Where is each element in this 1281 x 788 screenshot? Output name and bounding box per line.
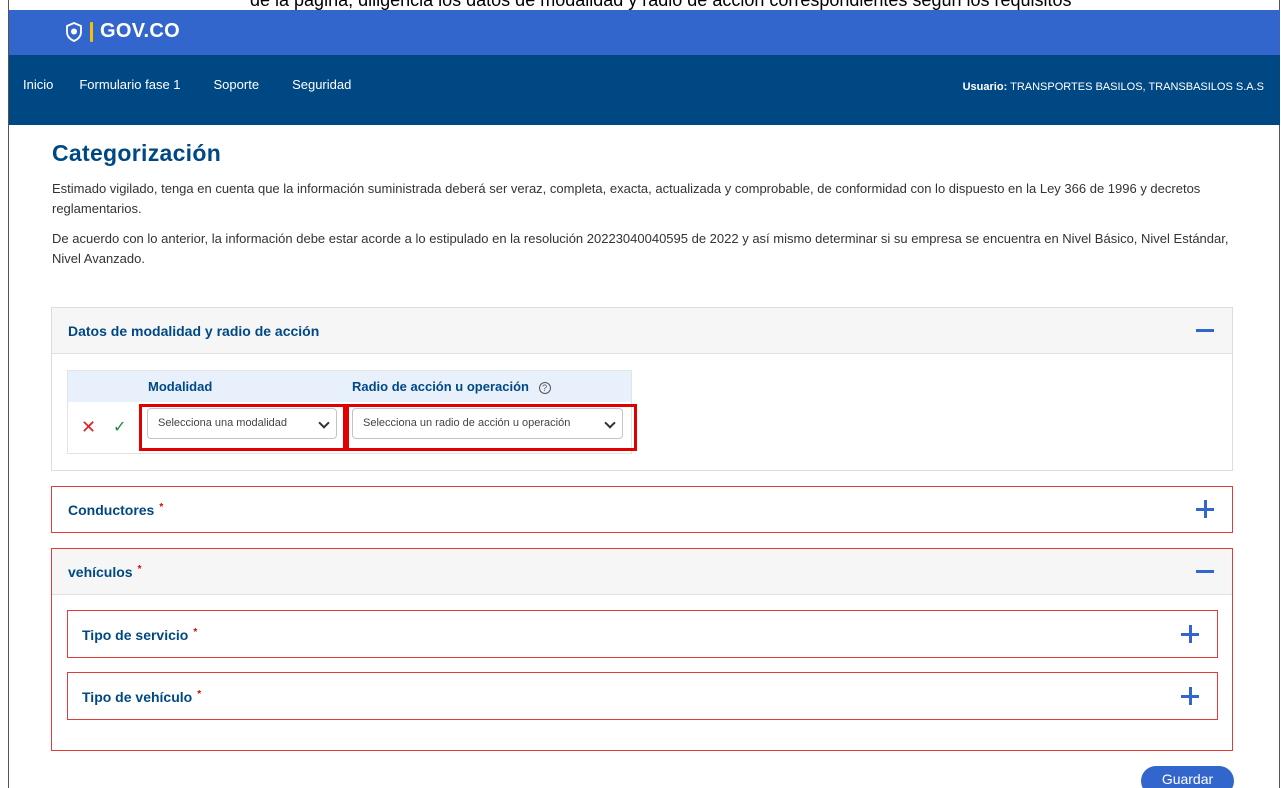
nav-menu: Inicio Formulario fase 1 Soporte Segurid…: [23, 77, 384, 92]
tipo-servicio-panel[interactable]: Tipo de servicio *: [67, 610, 1218, 658]
user-label: Usuario:: [962, 81, 1008, 93]
vehiculos-panel-title: vehículos *: [68, 564, 142, 580]
expand-icon[interactable]: [1181, 624, 1201, 644]
conductores-panel: Conductores *: [51, 486, 1233, 533]
intro-paragraph-2: De acuerdo con lo anterior, la informaci…: [52, 231, 1229, 266]
intro-paragraph-1: Estimado vigilado, tenga en cuenta que l…: [52, 181, 1201, 216]
help-icon[interactable]: ?: [538, 381, 551, 394]
page-title: Categorización: [52, 140, 222, 166]
user-name: TRANSPORTES BASILOS, TRANSBASILOS S.A.S: [1010, 81, 1264, 93]
gov-logo[interactable]: GOV.CO: [65, 20, 180, 43]
col-radio: Radio de acción u operación ?: [352, 379, 551, 394]
save-button[interactable]: Guardar: [1141, 766, 1234, 788]
nav-item-seguridad[interactable]: Seguridad: [292, 77, 351, 92]
modalidad-panel-header[interactable]: Datos de modalidad y radio de acción: [52, 308, 1232, 354]
nav-item-formulario-fase-1[interactable]: Formulario fase 1: [79, 77, 180, 92]
delete-row-icon[interactable]: ✕: [81, 417, 96, 438]
required-mark: *: [159, 502, 164, 513]
gov-header-bar: GOV.CO: [9, 10, 1280, 55]
highlight-box-modalidad: [139, 404, 346, 451]
vehiculos-panel: vehículos * Tipo de servicio * Tipo de veh…: [51, 548, 1233, 751]
shield-icon: [66, 21, 82, 42]
nav-item-soporte[interactable]: Soporte: [214, 77, 260, 92]
required-mark: *: [197, 689, 202, 700]
main-content: Categorización Estimado vigilado, tenga …: [52, 140, 1234, 279]
nav-item-inicio[interactable]: Inicio: [23, 77, 53, 92]
modalidad-table-header: Modalidad Radio de acción u operación ?: [68, 371, 631, 402]
collapse-icon[interactable]: [1196, 561, 1216, 581]
required-mark: *: [137, 564, 142, 575]
tipo-servicio-title: Tipo de servicio *: [82, 627, 198, 643]
confirm-row-icon[interactable]: ✓: [113, 417, 126, 437]
conductores-panel-header[interactable]: Conductores *: [52, 487, 1232, 532]
col-radio-label: Radio de acción u operación: [352, 379, 529, 394]
tipo-vehiculo-panel[interactable]: Tipo de vehículo *: [67, 672, 1218, 720]
highlight-box-radio: [346, 404, 637, 451]
expand-icon[interactable]: [1196, 499, 1216, 519]
expand-icon[interactable]: [1181, 686, 1201, 706]
col-modalidad: Modalidad: [148, 379, 213, 394]
required-mark: *: [193, 627, 198, 638]
user-info: Usuario: TRANSPORTES BASILOS, TRANSBASIL…: [963, 81, 1264, 93]
collapse-icon[interactable]: [1196, 320, 1216, 340]
gov-logo-text: GOV.CO: [100, 20, 180, 42]
logo-separator: [90, 21, 93, 42]
main-navbar: Inicio Formulario fase 1 Soporte Segurid…: [9, 55, 1280, 125]
conductores-panel-title: Conductores *: [68, 502, 164, 518]
modalidad-panel-title: Datos de modalidad y radio de acción: [68, 323, 320, 339]
tipo-vehiculo-title: Tipo de vehículo *: [82, 689, 202, 705]
vehiculos-panel-header[interactable]: vehículos *: [52, 549, 1232, 595]
